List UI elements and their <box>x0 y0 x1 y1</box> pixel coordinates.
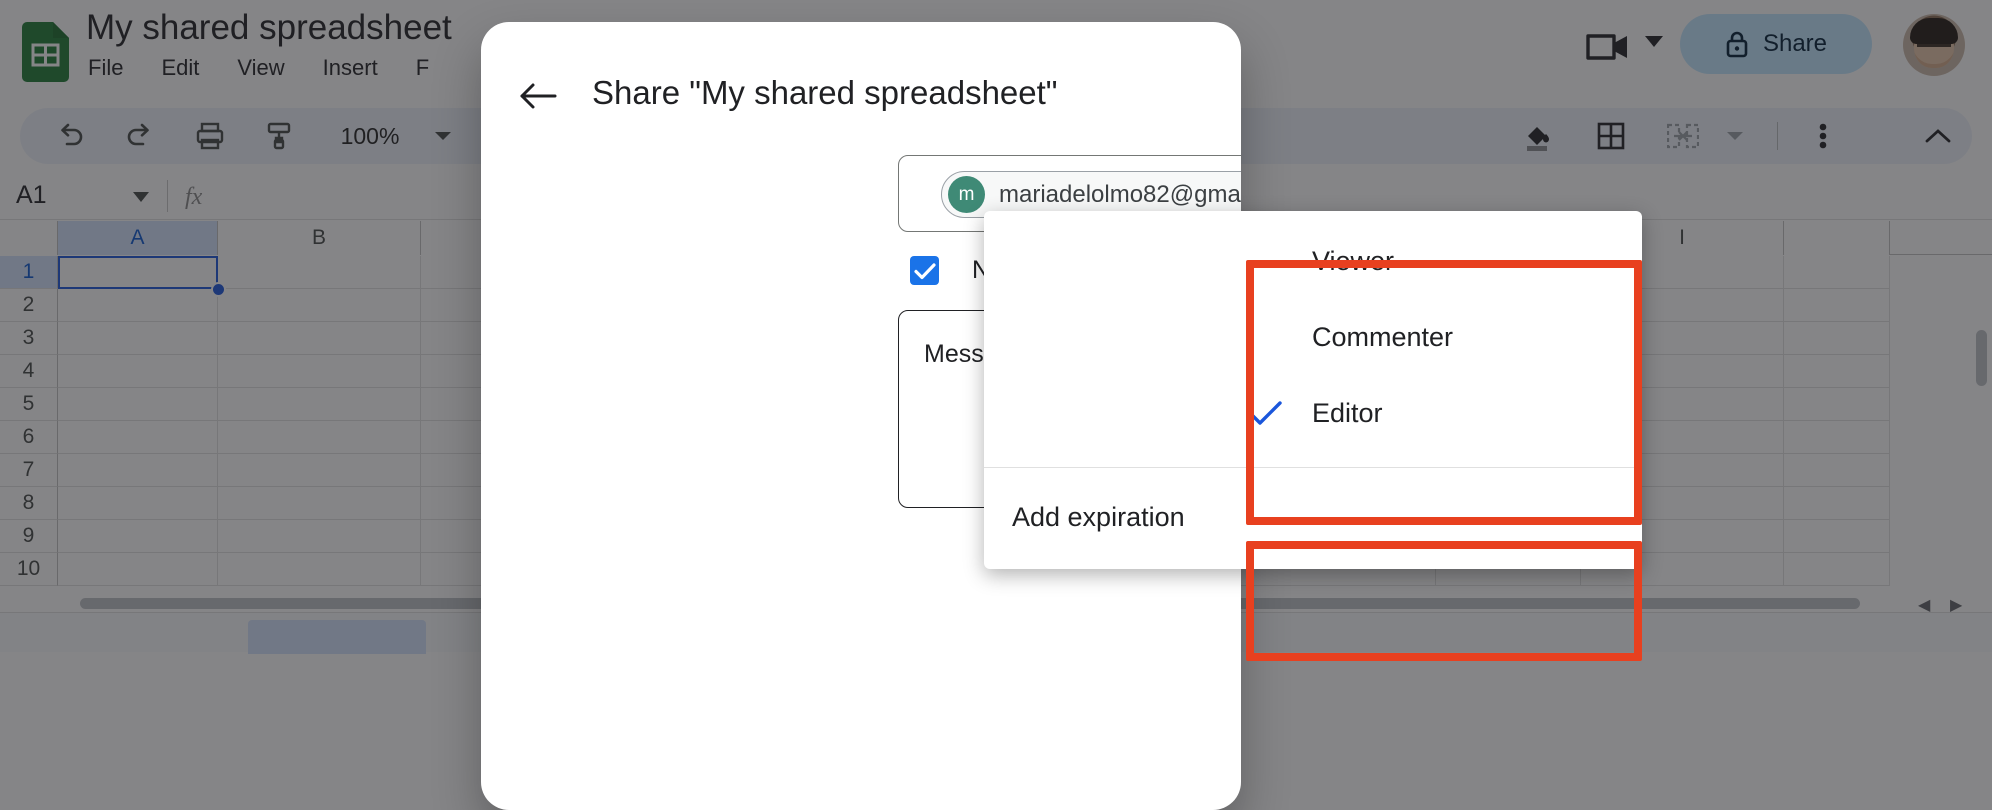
dialog-header: Share "My shared spreadsheet" <box>481 22 1241 150</box>
menu-divider <box>984 467 1642 468</box>
notify-people-checkbox[interactable] <box>910 256 939 285</box>
menu-item-commenter[interactable]: Commenter <box>984 299 1642 375</box>
checkmark-icon <box>913 262 936 279</box>
menu-item-label: Add expiration <box>1012 501 1185 532</box>
menu-item-label: Viewer <box>1312 245 1395 276</box>
recipient-email: mariadelolmo82@gmail.com <box>999 180 1241 208</box>
role-dropdown-menu: Viewer Commenter Editor Add expiration <box>984 211 1642 569</box>
menu-item-editor[interactable]: Editor <box>984 375 1642 451</box>
menu-item-label: Commenter <box>1312 321 1454 352</box>
menu-item-add-expiration[interactable]: Add expiration <box>984 479 1642 555</box>
checkmark-icon <box>1248 400 1284 426</box>
recipient-avatar: m <box>948 176 985 213</box>
dialog-footer: Cancel Send <box>481 562 1241 682</box>
menu-item-viewer[interactable]: Viewer <box>984 223 1642 299</box>
dialog-title: Share "My shared spreadsheet" <box>592 74 1058 111</box>
screen-root: My shared spreadsheet File Edit View Ins… <box>0 0 1992 810</box>
menu-item-label: Editor <box>1312 397 1383 428</box>
back-arrow-icon[interactable] <box>515 72 563 120</box>
